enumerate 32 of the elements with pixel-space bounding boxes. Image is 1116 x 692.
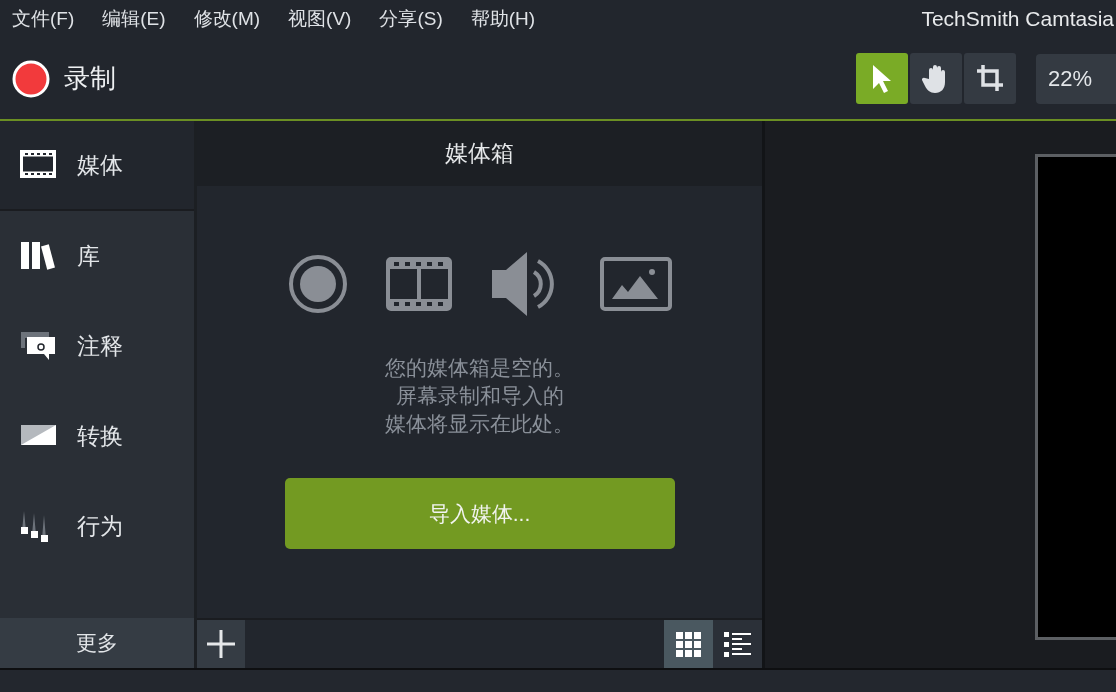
menu-item[interactable]: 文件(F) (12, 4, 75, 34)
grid-icon (674, 629, 703, 659)
menu-item[interactable]: 编辑(E) (102, 4, 166, 34)
app-title: TechSmith Camtasia (921, 6, 1114, 33)
add-button[interactable] (197, 620, 245, 668)
sidebar-tab[interactable]: 媒体 (0, 121, 194, 211)
record-icon (287, 254, 348, 314)
empty-message-line: 您的媒体箱是空的。 (385, 355, 574, 381)
list-view-button[interactable] (713, 620, 762, 668)
sidebar-tab[interactable]: 转换 (0, 391, 194, 481)
more-button[interactable]: 更多 (0, 618, 194, 668)
books-icon (20, 239, 57, 273)
sidebar-tab[interactable]: 库 (0, 211, 194, 301)
menu-item[interactable]: 修改(M) (193, 4, 261, 34)
menu-item[interactable]: 视图(V) (288, 4, 352, 34)
zoom-level[interactable]: 22% (1036, 53, 1116, 104)
plus-icon (207, 630, 235, 658)
sidebar-tab[interactable]: 行为 (0, 481, 194, 571)
empty-message-line: 媒体将显示在此处。 (385, 411, 574, 437)
crop-tool-button[interactable] (964, 53, 1016, 104)
list-icon (723, 629, 752, 659)
hand-tool-button[interactable] (910, 53, 962, 104)
grid-view-button[interactable] (664, 620, 713, 668)
panel-title: 媒体箱 (197, 121, 762, 186)
menu-item[interactable]: 帮助(H) (470, 4, 536, 34)
film-icon (385, 257, 452, 311)
empty-message-line: 屏幕录制和导入的 (395, 383, 564, 409)
record-button[interactable]: 录制 (12, 59, 116, 98)
image-icon (599, 257, 672, 311)
menu-item[interactable]: 分享(S) (379, 4, 443, 34)
record-icon (12, 59, 50, 98)
sidebar-tab[interactable]: 注释 (0, 301, 194, 391)
